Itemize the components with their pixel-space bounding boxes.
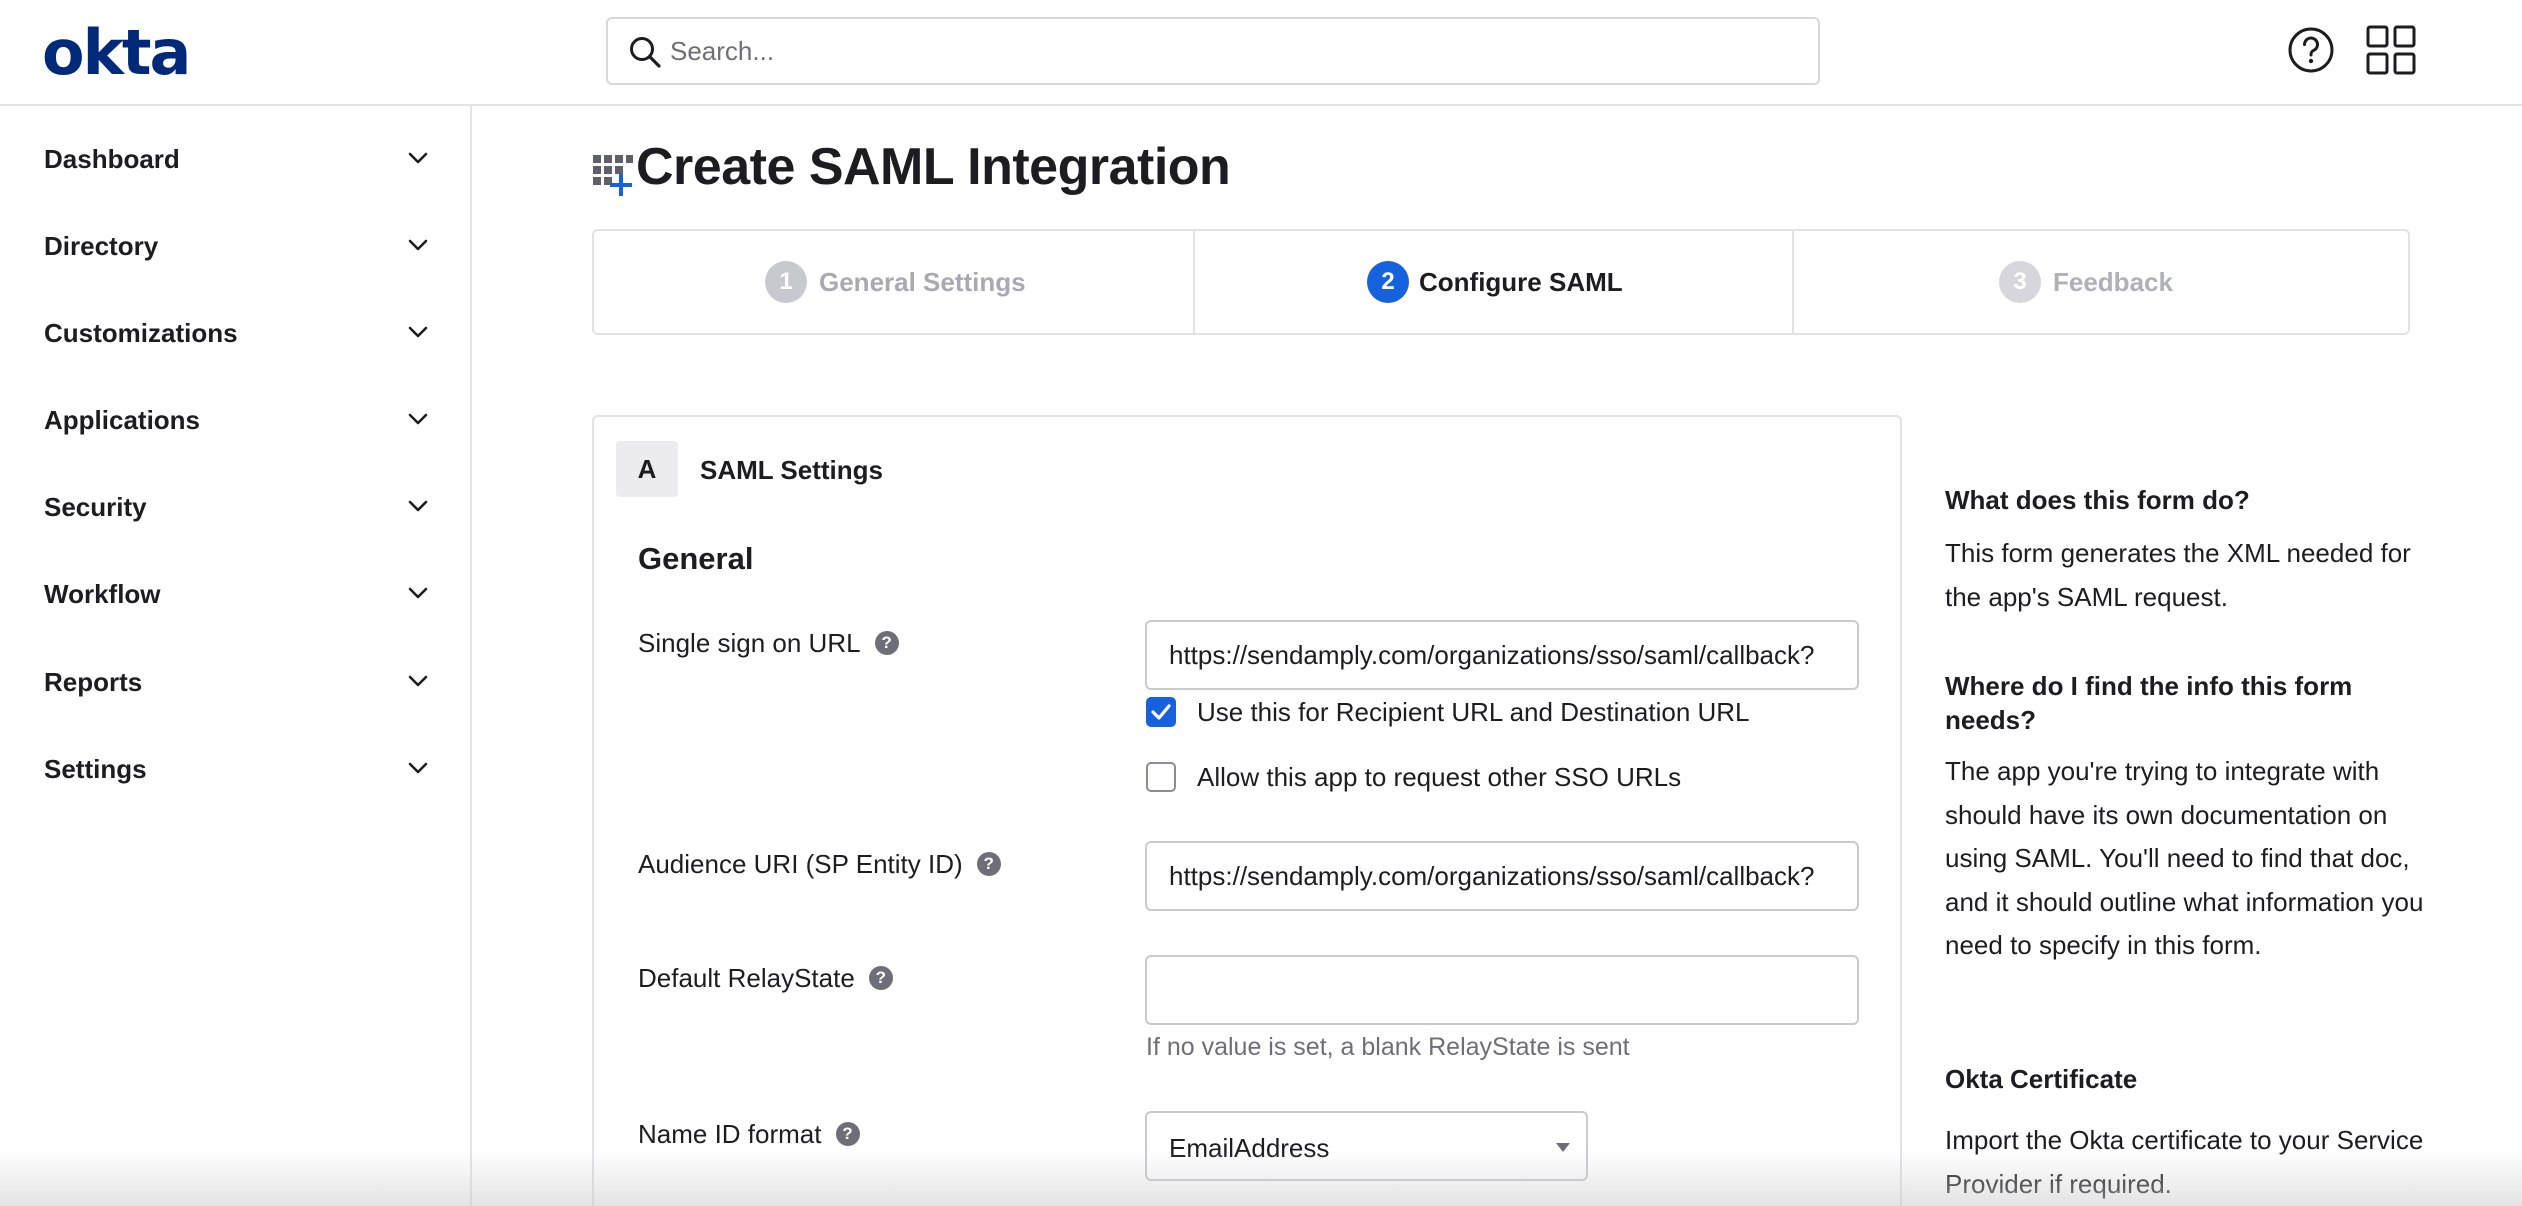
help-icon[interactable]: ? xyxy=(874,631,899,656)
step-label: General Settings xyxy=(819,267,1026,297)
step-feedback[interactable]: 3 Feedback xyxy=(1794,231,2408,333)
chevron-down-icon xyxy=(408,152,428,164)
help-text: This form generates the XML needed for t… xyxy=(1945,538,2411,612)
top-header: okta xyxy=(0,0,2522,106)
sidebar-item-label: Reports xyxy=(44,667,143,697)
app-add-icon xyxy=(593,155,633,196)
help-text: The app you're trying to integrate with … xyxy=(1945,756,2424,960)
field-label-text: Single sign on URL xyxy=(638,628,861,658)
step-general-settings[interactable]: 1 General Settings xyxy=(594,231,1194,333)
step-number-badge: 1 xyxy=(765,261,807,303)
help-heading: Okta Certificate xyxy=(1945,1064,2138,1094)
sidebar-item-label: Dashboard xyxy=(44,144,180,174)
help-heading: Where do I find the info this form needs… xyxy=(1945,671,2353,735)
section-title: General xyxy=(638,541,754,576)
relay-state-hint: If no value is set, a blank RelayState i… xyxy=(1146,1033,1630,1061)
relay-state-input[interactable] xyxy=(1145,955,1859,1025)
chevron-down-icon xyxy=(408,675,428,687)
audience-uri-label: Audience URI (SP Entity ID)? xyxy=(638,849,1001,880)
recipient-url-checkbox[interactable] xyxy=(1146,697,1176,727)
step-configure-saml[interactable]: 2 Configure SAML xyxy=(1195,231,1793,333)
help-circle-icon[interactable] xyxy=(2285,24,2337,76)
sso-url-input[interactable] xyxy=(1145,620,1859,690)
sidebar-nav: Dashboard Directory Customizations Appli… xyxy=(0,106,472,1206)
step-number-badge: 3 xyxy=(1999,261,2041,303)
allow-other-sso-checkbox-label[interactable]: Allow this app to request other SSO URLs xyxy=(1197,762,1681,793)
sidebar-item-settings[interactable]: Settings xyxy=(0,734,470,804)
relay-state-label: Default RelayState? xyxy=(638,963,893,994)
chevron-down-icon xyxy=(408,239,428,251)
sidebar-item-customizations[interactable]: Customizations xyxy=(0,298,470,368)
help-icon[interactable]: ? xyxy=(835,1122,860,1147)
name-id-format-select[interactable]: EmailAddress xyxy=(1145,1111,1588,1181)
sidebar-item-label: Settings xyxy=(44,754,147,784)
sso-url-label: Single sign on URL? xyxy=(638,628,899,659)
help-icon[interactable]: ? xyxy=(976,852,1001,877)
checkmark-icon xyxy=(1151,704,1171,720)
card-title: SAML Settings xyxy=(700,455,883,485)
chevron-down-icon xyxy=(408,500,428,512)
sidebar-item-label: Security xyxy=(44,492,147,522)
help-text: Import the Okta certificate to your Serv… xyxy=(1945,1125,2424,1199)
chevron-down-icon xyxy=(408,326,428,338)
help-icon[interactable]: ? xyxy=(868,966,893,991)
help-heading: What does this form do? xyxy=(1945,485,2250,515)
search-icon xyxy=(630,37,661,68)
sidebar-item-label: Customizations xyxy=(44,318,238,348)
chevron-down-icon xyxy=(408,587,428,599)
sidebar-item-reports[interactable]: Reports xyxy=(0,647,470,717)
select-value: EmailAddress xyxy=(1169,1133,1330,1163)
sidebar-item-security[interactable]: Security xyxy=(0,472,470,542)
audience-uri-input[interactable] xyxy=(1145,841,1859,911)
recipient-url-checkbox-label[interactable]: Use this for Recipient URL and Destinati… xyxy=(1197,697,1750,728)
saml-settings-card: A SAML Settings General Single sign on U… xyxy=(592,415,1902,1206)
allow-other-sso-checkbox[interactable] xyxy=(1146,762,1176,792)
name-id-format-label: Name ID format? xyxy=(638,1119,860,1150)
section-badge: A xyxy=(616,441,678,497)
caret-down-icon xyxy=(1556,1143,1570,1152)
sidebar-item-directory[interactable]: Directory xyxy=(0,211,470,281)
sidebar-item-applications[interactable]: Applications xyxy=(0,385,470,455)
step-label: Configure SAML xyxy=(1419,267,1623,297)
search-box[interactable] xyxy=(606,17,1820,85)
wizard-stepper: 1 General Settings 2 Configure SAML 3 Fe… xyxy=(592,229,2410,335)
sidebar-item-label: Directory xyxy=(44,231,159,261)
sidebar-item-dashboard[interactable]: Dashboard xyxy=(0,124,470,194)
field-label-text: Name ID format xyxy=(638,1119,822,1149)
field-label-text: Default RelayState xyxy=(638,963,855,993)
app-grid-icon[interactable] xyxy=(2365,24,2417,76)
sidebar-item-label: Applications xyxy=(44,405,201,435)
page-title: Create SAML Integration xyxy=(636,138,1231,196)
okta-logo[interactable]: okta xyxy=(42,22,191,84)
chevron-down-icon xyxy=(408,413,428,425)
step-label: Feedback xyxy=(2053,267,2173,297)
search-input[interactable] xyxy=(670,29,1790,73)
step-number-badge: 2 xyxy=(1367,261,1409,303)
sidebar-item-label: Workflow xyxy=(44,579,161,609)
chevron-down-icon xyxy=(408,762,428,774)
field-label-text: Audience URI (SP Entity ID) xyxy=(638,849,963,879)
sidebar-item-workflow[interactable]: Workflow xyxy=(0,559,470,629)
